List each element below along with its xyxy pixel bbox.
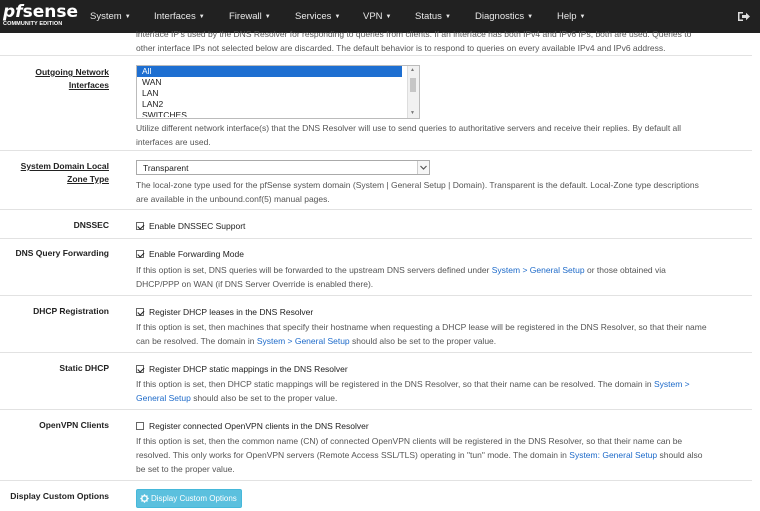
general-setup-link[interactable]: System > General Setup bbox=[492, 265, 585, 275]
static-dhcp-label: Static DHCP bbox=[59, 363, 109, 373]
display-custom-options-label: Display Custom Options bbox=[151, 494, 237, 503]
openvpn-checkbox[interactable] bbox=[136, 422, 144, 430]
general-setup-link[interactable]: General Setup bbox=[136, 393, 191, 403]
openvpn-clients-row: OpenVPN Clients Register connected OpenV… bbox=[0, 410, 752, 481]
display-custom-options-button[interactable]: Display Custom Options bbox=[136, 489, 242, 508]
forwarding-label: DNS Query Forwarding bbox=[15, 248, 109, 258]
sign-out-icon[interactable] bbox=[738, 11, 750, 22]
dnssec-checkbox-label: Enable DNSSEC Support bbox=[149, 221, 246, 231]
forwarding-checkbox-label: Enable Forwarding Mode bbox=[149, 249, 244, 259]
static-dhcp-help: If this option is set, then DHCP static … bbox=[136, 379, 690, 403]
listbox-option-lan2[interactable]: LAN2 bbox=[137, 99, 419, 110]
outgoing-interfaces-label: Outgoing Network Interfaces bbox=[35, 67, 109, 90]
dnssec-label: DNSSEC bbox=[73, 220, 109, 230]
listbox-option-lan[interactable]: LAN bbox=[137, 88, 419, 99]
zone-type-select[interactable]: Transparent bbox=[136, 160, 430, 175]
dhcp-registration-checkbox-group[interactable]: Register DHCP leases in the DNS Resolver bbox=[136, 306, 313, 318]
general-setup-link[interactable]: System: General Setup bbox=[569, 450, 657, 460]
network-interfaces-help: interface IP's used by the DNS Resolver … bbox=[136, 29, 692, 53]
system-link[interactable]: System > bbox=[654, 379, 690, 389]
static-dhcp-row: Static DHCP Register DHCP static mapping… bbox=[0, 353, 752, 410]
custom-options-label: Display Custom Options bbox=[10, 491, 109, 501]
zone-type-value: Transparent bbox=[143, 163, 189, 173]
pfsense-logo[interactable]: pfsense COMMUNITY EDITION bbox=[3, 3, 83, 31]
dhcp-registration-checkbox[interactable] bbox=[136, 308, 144, 316]
static-dhcp-checkbox-label: Register DHCP static mappings in the DNS… bbox=[149, 364, 348, 374]
general-setup-link[interactable]: System > General Setup bbox=[257, 336, 350, 346]
zone-type-label: System Domain Local Zone Type bbox=[20, 161, 109, 184]
logo-edition: COMMUNITY EDITION bbox=[3, 21, 63, 27]
gear-icon bbox=[140, 494, 149, 503]
listbox-option-wan[interactable]: WAN bbox=[137, 77, 419, 88]
scroll-up-icon[interactable]: ▲ bbox=[410, 67, 415, 73]
dhcp-registration-checkbox-label: Register DHCP leases in the DNS Resolver bbox=[149, 307, 314, 317]
dhcp-registration-help: If this option is set, then machines tha… bbox=[136, 322, 707, 346]
listbox-option-all[interactable]: All bbox=[137, 66, 402, 77]
scrollbar-thumb[interactable] bbox=[410, 78, 416, 92]
outgoing-interfaces-row: Outgoing Network Interfaces All WAN LAN L… bbox=[0, 56, 752, 151]
listbox-scrollbar[interactable]: ▲ ▼ bbox=[407, 66, 419, 118]
custom-options-row: Display Custom Options Display Custom Op… bbox=[0, 481, 752, 511]
forwarding-checkbox-group[interactable]: Enable Forwarding Mode bbox=[136, 248, 244, 260]
static-dhcp-checkbox[interactable] bbox=[136, 365, 144, 373]
dnssec-checkbox-group[interactable]: Enable DNSSEC Support bbox=[136, 220, 245, 232]
outgoing-interfaces-listbox[interactable]: All WAN LAN LAN2 SWITCHES ▲ ▼ bbox=[136, 65, 420, 119]
openvpn-checkbox-label: Register connected OpenVPN clients in th… bbox=[149, 421, 369, 431]
zone-type-row: System Domain Local Zone Type Transparent… bbox=[0, 151, 752, 210]
forwarding-row: DNS Query Forwarding Enable Forwarding M… bbox=[0, 239, 752, 296]
openvpn-help: If this option is set, then the common n… bbox=[136, 436, 703, 474]
forwarding-help: If this option is set, DNS queries will … bbox=[136, 265, 666, 289]
logo-wordmark: pfsense bbox=[3, 2, 78, 22]
network-interfaces-row-partial: interface IP's used by the DNS Resolver … bbox=[0, 29, 752, 56]
dhcp-registration-label: DHCP Registration bbox=[33, 306, 109, 316]
listbox-option-switches[interactable]: SWITCHES bbox=[137, 110, 419, 117]
chevron-down-icon[interactable] bbox=[417, 161, 429, 174]
static-dhcp-checkbox-group[interactable]: Register DHCP static mappings in the DNS… bbox=[136, 363, 348, 375]
dhcp-registration-row: DHCP Registration Register DHCP leases i… bbox=[0, 296, 752, 353]
outgoing-interfaces-help: Utilize different network interface(s) t… bbox=[136, 123, 682, 147]
openvpn-clients-label: OpenVPN Clients bbox=[39, 420, 109, 430]
scroll-down-icon[interactable]: ▼ bbox=[410, 110, 415, 116]
zone-type-help: The local-zone type used for the pfSense… bbox=[136, 180, 699, 204]
openvpn-checkbox-group[interactable]: Register connected OpenVPN clients in th… bbox=[136, 420, 369, 432]
dnssec-checkbox[interactable] bbox=[136, 222, 144, 230]
dnssec-row: DNSSEC Enable DNSSEC Support bbox=[0, 210, 752, 239]
forwarding-checkbox[interactable] bbox=[136, 250, 144, 258]
